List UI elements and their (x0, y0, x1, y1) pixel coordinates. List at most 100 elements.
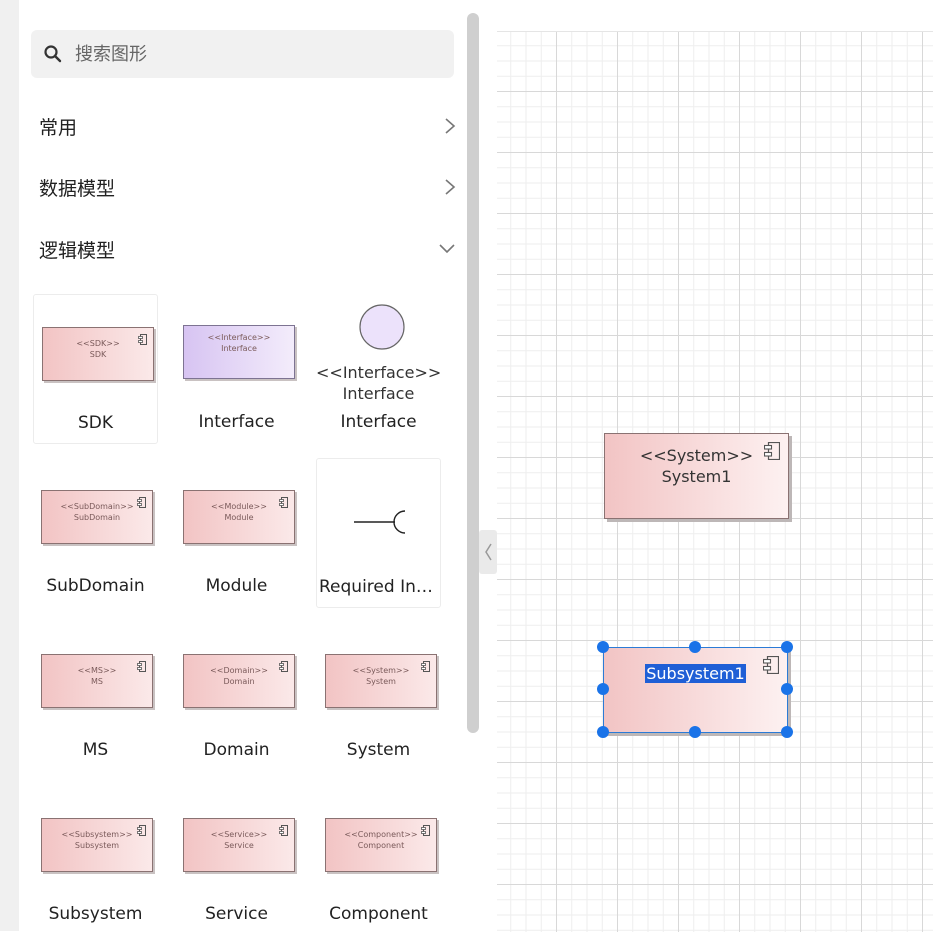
shape-name-text: Interface (342, 384, 415, 403)
node-stereotype: <<System>> (639, 446, 754, 465)
shape-label: Component (329, 904, 428, 924)
stereotype-text: <<Interface>> (207, 333, 271, 342)
section-logic-model[interactable]: 逻辑模型 (39, 229, 457, 269)
resize-handle-w[interactable] (597, 683, 609, 695)
resize-handle-ne[interactable] (781, 641, 793, 653)
shape-name-text: SubDomain (73, 513, 121, 522)
shape-name-text: System (366, 677, 396, 686)
stereotype-text: <<Component>> (344, 830, 418, 839)
component-icon (279, 497, 288, 508)
module-thumbnail: <<Module>> Module (183, 490, 295, 544)
subsystem-thumbnail: <<Subsystem>> Subsystem (41, 818, 153, 872)
shape-label: Required Int… (319, 577, 440, 597)
ms-thumbnail: <<MS>> MS (41, 654, 153, 708)
shape-name-text: Service (224, 841, 254, 850)
shape-label: Domain (203, 740, 270, 760)
stereotype-text: <<Subsystem>> (61, 830, 133, 839)
interface-thumbnail: <<Interface>> Interface (183, 325, 295, 379)
shape-service[interactable]: <<Service>> Service Service (174, 786, 299, 931)
shape-name-text: MS (91, 677, 103, 686)
shape-label: SubDomain (46, 576, 145, 596)
shape-name-text: Module (224, 513, 254, 522)
shape-component[interactable]: <<Component>> Component Component (316, 786, 441, 931)
shape-system[interactable]: <<System>> System System (316, 622, 441, 772)
shape-label: SDK (77, 413, 114, 433)
service-thumbnail: <<Service>> Service (183, 818, 295, 872)
collapse-panel-button[interactable] (479, 530, 497, 574)
section-label: 数据模型 (39, 177, 116, 200)
shape-name-text: Subsystem (74, 841, 120, 850)
stereotype-text: <<MS>> (77, 666, 117, 675)
interface-circle-icon (359, 304, 405, 350)
shape-name-text: Domain (223, 677, 255, 686)
chevron-right-icon (443, 177, 457, 197)
resize-handle-nw[interactable] (597, 641, 609, 653)
shape-name-text: Interface (221, 344, 257, 353)
section-common[interactable]: 常用 (39, 106, 457, 146)
component-thumbnail: <<Component>> Component (325, 818, 437, 872)
shape-required-interface[interactable]: Required Int… (316, 458, 441, 608)
stereotype-text: <<SDK>> (76, 339, 120, 348)
component-icon (421, 661, 430, 672)
shape-label: Module (205, 576, 268, 596)
shape-label: Interface (340, 412, 417, 432)
section-data-model[interactable]: 数据模型 (39, 167, 457, 207)
chevron-down-icon (437, 239, 457, 259)
component-icon (137, 825, 146, 836)
stereotype-text: <<SubDomain>> (60, 502, 134, 511)
shape-domain[interactable]: <<Domain>> Domain Domain (174, 622, 299, 772)
component-icon (137, 497, 146, 508)
search-box[interactable] (31, 30, 454, 78)
stereotype-text: <<Module>> (211, 502, 267, 511)
shape-subsystem[interactable]: <<Subsystem>> Subsystem Subsystem (33, 786, 158, 931)
shape-label: System (346, 740, 411, 760)
chevron-left-icon (485, 543, 492, 561)
component-icon (421, 825, 430, 836)
shape-name-text: Component (357, 841, 405, 850)
shape-library-panel: 常用 数据模型 逻辑模型 <<SDK>> SDK SDK <<Interface… (19, 0, 467, 931)
shape-label: Interface (198, 412, 275, 432)
node-name: System1 (661, 467, 732, 486)
search-input[interactable] (73, 42, 407, 66)
resize-handle-se[interactable] (781, 726, 793, 738)
search-icon (43, 44, 63, 64)
component-icon (279, 825, 288, 836)
stereotype-text: <<Interface>> (316, 363, 442, 382)
node-name-selected[interactable]: Subsystem1 (645, 664, 746, 683)
stereotype-text: <<System>> (352, 666, 410, 675)
resize-handle-sw[interactable] (597, 726, 609, 738)
shape-name-text: SDK (89, 350, 107, 359)
component-icon (138, 334, 147, 345)
shape-interface-box[interactable]: <<Interface>> Interface Interface (174, 294, 299, 444)
system-node[interactable]: <<System>> System1 (604, 433, 789, 519)
shape-ms[interactable]: <<MS>> MS MS (33, 622, 158, 772)
shape-module[interactable]: <<Module>> Module Module (174, 458, 299, 608)
shape-subdomain[interactable]: <<SubDomain>> SubDomain SubDomain (33, 458, 158, 608)
component-icon (279, 661, 288, 672)
section-label: 逻辑模型 (39, 239, 116, 262)
sdk-thumbnail: <<SDK>> SDK (42, 327, 154, 381)
domain-thumbnail: <<Domain>> Domain (183, 654, 295, 708)
shape-interface-circle[interactable]: <<Interface>> Interface Interface (316, 294, 441, 444)
stereotype-text: <<Service>> (210, 830, 268, 839)
subsystem-node[interactable]: Subsystem1 (603, 647, 788, 733)
stereotype-text: <<Domain>> (210, 666, 268, 675)
chevron-right-icon (443, 116, 457, 136)
interface-caption: <<Interface>> Interface (316, 362, 441, 404)
required-interface-icon (354, 510, 406, 534)
subdomain-thumbnail: <<SubDomain>> SubDomain (41, 490, 153, 544)
resize-handle-e[interactable] (781, 683, 793, 695)
component-icon (764, 442, 780, 460)
resize-handle-s[interactable] (689, 726, 701, 738)
shape-label: MS (82, 740, 109, 760)
component-icon (137, 661, 146, 672)
section-label: 常用 (39, 116, 78, 139)
diagram-canvas[interactable]: <<System>> System1 Subsystem1 (497, 31, 933, 932)
left-edge-strip (0, 0, 19, 931)
shape-sdk[interactable]: <<SDK>> SDK SDK (33, 294, 158, 444)
sidebar-scrollbar-thumb[interactable] (467, 13, 479, 733)
resize-handle-n[interactable] (689, 641, 701, 653)
component-icon (763, 656, 779, 674)
shape-label: Service (205, 904, 268, 924)
shape-label: Subsystem (48, 904, 143, 924)
